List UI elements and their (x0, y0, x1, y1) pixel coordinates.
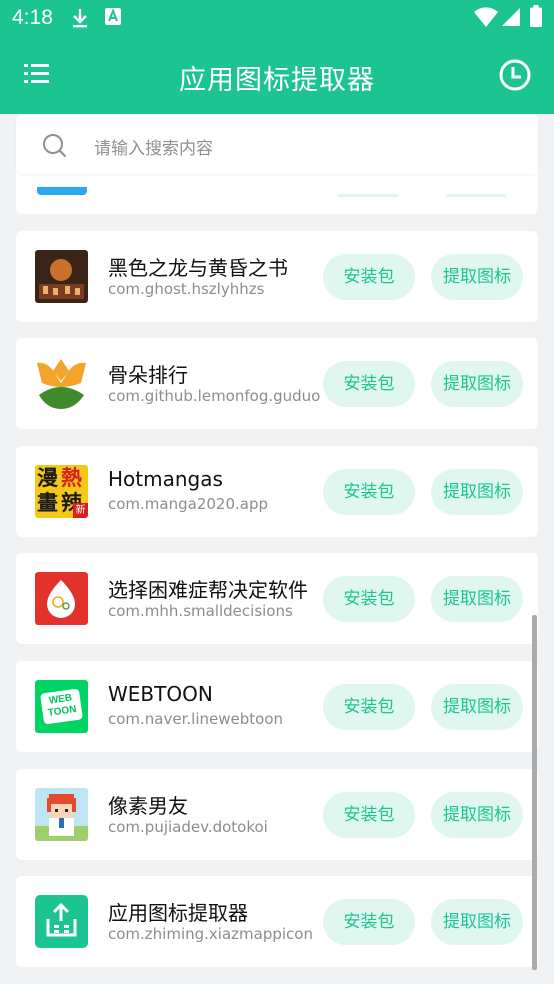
extract-icon-button[interactable]: 提取图标 (431, 254, 523, 300)
search-bar[interactable]: 请输入搜索内容 (16, 114, 538, 174)
app-package: com.naver.linewebtoon (108, 710, 283, 728)
extract-icon-button[interactable]: 提取图标 (431, 361, 523, 407)
install-package-button[interactable]: 安装包 (323, 254, 415, 300)
page-title: 应用图标提取器 (179, 65, 375, 96)
app-name: 选择困难症帮决定软件 (108, 578, 308, 602)
app-list: 请输入搜索内容 黑色之龙与黄昏之书 com.ghost.hszlyhhzs 安装… (0, 114, 554, 984)
signal-icon (501, 7, 521, 31)
app-icon-smalldecisions (35, 572, 88, 625)
app-name: Hotmangas (108, 467, 223, 491)
list-item[interactable]: 黑色之龙与黄昏之书 com.ghost.hszlyhhzs 安装包 提取图标 (16, 231, 538, 322)
app-name: WEBTOON (108, 682, 213, 706)
app-name: 黑色之龙与黄昏之书 (108, 256, 288, 280)
install-package-button[interactable]: 安装包 (323, 899, 415, 945)
status-time: 4:18 (12, 6, 53, 29)
battery-icon (530, 5, 542, 31)
icon-glyph: 漫 (37, 466, 58, 490)
wifi-icon (474, 6, 498, 32)
install-package-button[interactable]: 安装包 (323, 361, 415, 407)
app-package: com.pujiadev.dotokoi (108, 818, 268, 836)
list-item[interactable]: 骨朵排行 com.github.lemonfog.guduo 安装包 提取图标 (16, 338, 538, 429)
app-name: 像素男友 (108, 794, 188, 818)
list-item[interactable]: 漫 熱 畫 辣 新 Hotmangas com.manga2020.app 安装… (16, 446, 538, 537)
list-item[interactable]: 选择困难症帮决定软件 com.mhh.smalldecisions 安装包 提取… (16, 553, 538, 644)
app-package: com.github.lemonfog.guduo (108, 387, 321, 405)
search-input[interactable]: 请输入搜索内容 (94, 134, 213, 159)
extract-icon-button[interactable]: 提取图标 (431, 899, 523, 945)
app-package: com.manga2020.app (108, 495, 269, 513)
install-package-button[interactable]: 安装包 (323, 792, 415, 838)
app-icon-guduo (35, 357, 88, 410)
app-name: 骨朵排行 (108, 363, 188, 387)
app-package: com.mhh.smalldecisions (108, 602, 293, 620)
clock-icon[interactable] (498, 58, 532, 92)
app-icon-pixel-boyfriend (35, 788, 88, 841)
app-toolbar: 应用图标提取器 (0, 36, 554, 114)
new-badge: 新 (73, 503, 88, 518)
webtoon-bubble: WEB TOON (40, 688, 83, 725)
list-item[interactable]: WEB TOON WEBTOON com.naver.linewebtoon 安… (16, 661, 538, 752)
app-icon-dragon-book (35, 250, 88, 303)
app-icon-hotmangas: 漫 熱 畫 辣 新 (35, 465, 88, 518)
extract-icon-button[interactable]: 提取图标 (431, 469, 523, 515)
icon-glyph: 畫 (37, 491, 58, 515)
search-icon (42, 133, 68, 159)
app-package: com.ghost.hszlyhhzs (108, 280, 265, 298)
app-icon-webtoon: WEB TOON (35, 680, 88, 733)
install-package-button[interactable]: 安装包 (323, 576, 415, 622)
button-partial (446, 194, 506, 197)
a-badge-icon (104, 7, 122, 31)
app-name: 应用图标提取器 (108, 901, 248, 925)
app-package: com.zhiming.xiazmappicon (108, 925, 313, 943)
download-icon (70, 7, 90, 33)
scrollbar[interactable] (532, 615, 537, 970)
status-bar: 4:18 (0, 0, 554, 36)
install-package-button[interactable]: 安装包 (323, 684, 415, 730)
icon-glyph: 熱 (61, 466, 82, 490)
app-icon-icon-extractor (35, 895, 88, 948)
button-partial (338, 194, 398, 197)
extract-icon-button[interactable]: 提取图标 (431, 684, 523, 730)
install-package-button[interactable]: 安装包 (323, 469, 415, 515)
list-item[interactable]: 像素男友 com.pujiadev.dotokoi 安装包 提取图标 (16, 769, 538, 860)
list-item[interactable]: 应用图标提取器 com.zhiming.xiazmappicon 安装包 提取图… (16, 876, 538, 967)
extract-icon-button[interactable]: 提取图标 (431, 576, 523, 622)
extract-icon-button[interactable]: 提取图标 (431, 792, 523, 838)
app-icon-partial (37, 187, 87, 195)
